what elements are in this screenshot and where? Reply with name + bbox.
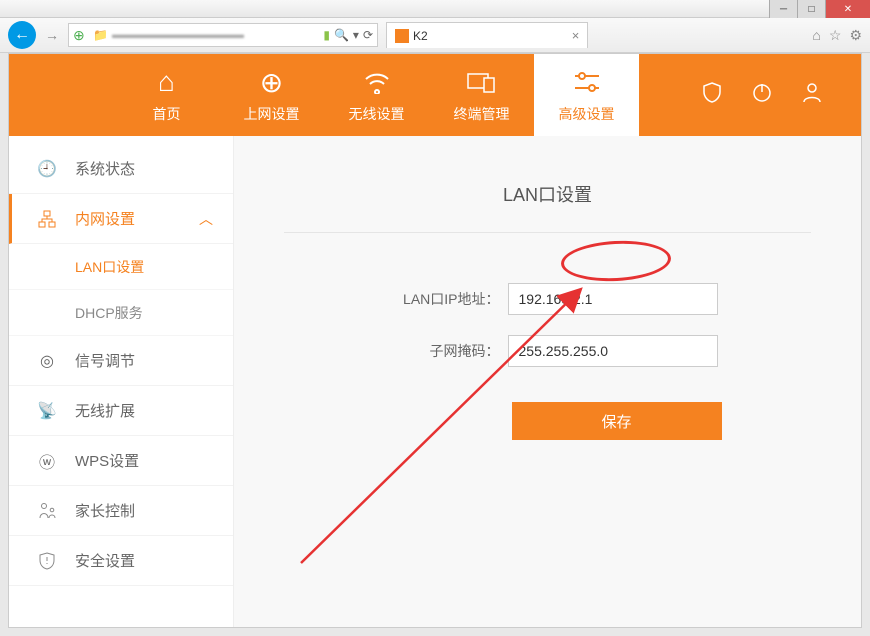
nav-internet[interactable]: ⊕ 上网设置 [219,54,324,136]
wifi-icon [362,66,392,98]
sidebar-item-status[interactable]: 🕘 系统状态 [9,144,233,194]
window-titlebar: ─ □ ✕ [0,0,870,18]
globe-icon: ⊕ [260,66,283,98]
nav-wireless[interactable]: 无线设置 [324,54,429,136]
browser-toolbar: ← → ⊕ 📁 ▬▬▬▬▬▬▬▬▬▬▬▬ ▮ 🔍 ▾ ⟳ K2 × ⌂ ☆ ⚙ [0,18,870,53]
sidebar-item-parental[interactable]: 家长控制 [9,486,233,536]
home-icon: ⌂ [158,66,175,98]
page-content: ⌂ 首页 ⊕ 上网设置 无线设置 终端管理 高级设置 [8,53,862,628]
nav-power-icon[interactable] [751,81,773,109]
browser-back-button[interactable]: ← [8,21,36,49]
chevron-up-icon: ︿ [199,209,213,229]
nav-shield-icon[interactable] [701,81,723,109]
dropdown-icon[interactable]: ▾ [353,28,359,42]
nav-terminal[interactable]: 终端管理 [429,54,534,136]
browser-home-icon[interactable]: ⌂ [812,27,820,44]
shield-icon [37,552,57,570]
window-close-button[interactable]: ✕ [825,0,870,18]
sidebar-item-signal[interactable]: ◎ 信号调节 [9,336,233,386]
sidebar-sub-lan-port[interactable]: LAN口设置 [9,244,233,290]
nav-home[interactable]: ⌂ 首页 [114,54,219,136]
tab-close-icon[interactable]: × [572,28,580,43]
top-nav: ⌂ 首页 ⊕ 上网设置 无线设置 终端管理 高级设置 [9,54,861,136]
parent-icon [37,502,57,520]
addr-block-icon: ▮ [323,28,330,42]
browser-forward-button[interactable]: → [42,25,62,45]
nav-advanced[interactable]: 高级设置 [534,54,639,136]
window-minimize-button[interactable]: ─ [769,0,797,18]
sidebar-item-security[interactable]: 安全设置 [9,536,233,586]
sidebar: 🕘 系统状态 内网设置 ︿ LAN口设置 DHCP服务 ◎ 信号调节 � [9,136,234,627]
tab-favicon [395,29,409,43]
annotation-arrow [293,281,603,571]
address-text: ▬▬▬▬▬▬▬▬▬▬▬▬ [112,29,319,41]
panel-title: LAN口设置 [284,171,811,233]
signal-icon: ◎ [37,351,57,371]
search-icon[interactable]: 🔍 [334,28,349,42]
network-icon [37,210,57,228]
refresh-icon[interactable]: ⟳ [363,28,373,42]
wps-icon: ⓦ [37,449,57,473]
window-maximize-button[interactable]: □ [797,0,825,18]
folder-icon: 📁 [93,28,108,42]
browser-tab[interactable]: K2 × [386,22,588,48]
antenna-icon: 📡 [37,401,57,421]
sidebar-item-wps[interactable]: ⓦ WPS设置 [9,436,233,486]
browser-gear-icon[interactable]: ⚙ [849,27,862,44]
address-bar[interactable]: ⊕ 📁 ▬▬▬▬▬▬▬▬▬▬▬▬ ▮ 🔍 ▾ ⟳ [68,23,378,47]
sidebar-item-lan[interactable]: 内网设置 ︿ [9,194,233,244]
shield-icon: ⊕ [73,27,89,43]
devices-icon [466,66,498,98]
nav-user-icon[interactable] [801,81,823,109]
sliders-icon [573,66,601,98]
tab-title: K2 [413,29,428,43]
sidebar-sub-dhcp[interactable]: DHCP服务 [9,290,233,336]
browser-star-icon[interactable]: ☆ [829,27,842,44]
clock-icon: 🕘 [37,159,57,179]
sidebar-item-wds[interactable]: 📡 无线扩展 [9,386,233,436]
